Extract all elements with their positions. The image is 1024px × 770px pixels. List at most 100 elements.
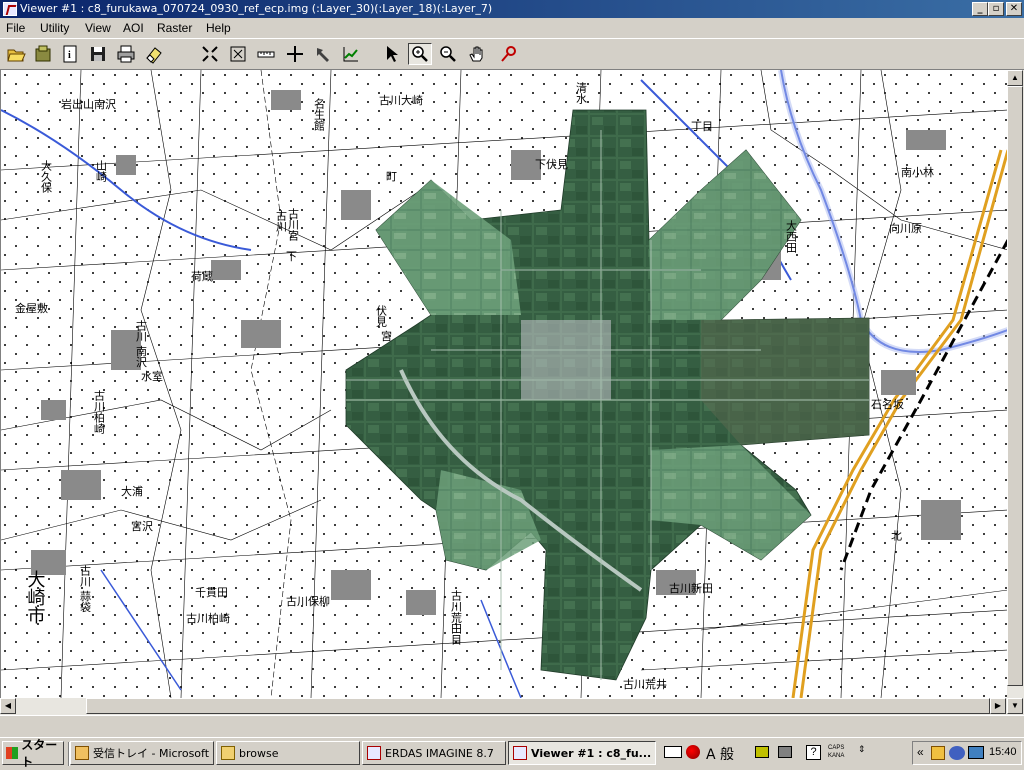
caps-kana-indicator: CAPS KANA [828,745,845,759]
erdas-icon [367,746,381,760]
task-browse[interactable]: browse [216,741,360,765]
map-label: 大久保 [40,159,53,194]
taskbar: スタート 受信トレイ - Microsoft ... browse ERDAS … [0,737,1024,769]
map-label: 宮沢 [131,519,153,533]
zoom-in-icon[interactable] [408,43,432,65]
select-arrow-icon[interactable] [380,43,404,65]
map-label: 大西田 [785,219,798,253]
minimize-button[interactable]: _ [972,2,988,16]
title-bar: Viewer #1 : c8_furukawa_070724_0930_ref_… [0,0,1024,18]
horizontal-scrollbar[interactable]: ◀ ▶ [0,698,1007,715]
system-tray: « 15:40 [912,741,1022,765]
map-label: 名生館 [313,97,326,132]
topographic-map: 岩出山南沢 名生館 古川大崎 清水 下伏見 丁目 大久保 山崎 古川 町 古川宮… [1,70,1007,698]
folder-icon [221,746,235,760]
map-label: 金屋敷 [15,301,48,315]
tray-app-icon[interactable] [931,746,945,760]
measure-icon[interactable] [254,43,278,65]
map-label: 宮 [381,329,392,343]
task-outlook[interactable]: 受信トレイ - Microsoft ... [70,741,214,765]
save-icon[interactable] [86,43,110,65]
horizontal-scroll-thumb[interactable] [86,698,990,714]
map-label: 古川柏崎 [186,611,230,625]
profile-icon[interactable] [339,43,363,65]
task-label: ERDAS IMAGINE 8.7 [385,746,494,760]
map-label: 町 [386,170,397,183]
vertical-scrollbar[interactable]: ▲ ▼ [1007,70,1024,715]
scroll-down-icon[interactable]: ▼ [1007,698,1023,714]
vertical-scroll-thumb[interactable] [1007,86,1023,686]
menu-file[interactable]: File [6,21,25,35]
map-label: 丁目 [691,120,713,133]
map-label: 古川荒井 [623,677,667,691]
menu-raster[interactable]: Raster [157,21,192,35]
clock[interactable]: 15:40 [989,746,1017,758]
task-label: 受信トレイ - Microsoft ... [93,747,214,760]
scroll-up-icon[interactable]: ▲ [1007,70,1023,86]
close-layer-icon[interactable] [31,43,55,65]
scroll-right-icon[interactable]: ▶ [990,698,1006,714]
app-icon [3,2,17,16]
task-erdas[interactable]: ERDAS IMAGINE 8.7 [362,741,506,765]
pan-hand-icon[interactable] [465,43,489,65]
toolbar: i [0,38,1024,70]
scroll-left-icon[interactable]: ◀ [0,698,16,714]
menu-bar: File Utility View AOI Raster Help [0,18,1024,38]
viewer-icon [513,746,527,760]
map-label: 古川新田 [669,581,713,595]
map-label: 大崎市 [25,570,46,624]
map-label: 古川荒田目 [450,590,463,645]
tray-expand-icon[interactable]: « [917,745,924,759]
map-viewport[interactable]: 岩出山南沢 名生館 古川大崎 清水 下伏見 丁目 大久保 山崎 古川 町 古川宮… [0,70,1007,698]
open-icon[interactable] [4,43,28,65]
task-viewer[interactable]: Viewer #1 : c8_fu... [508,741,656,765]
map-label: 荷蔵 [191,270,213,283]
map-label: 古川大崎 [379,93,423,107]
roam-icon[interactable] [497,43,521,65]
map-label: 古川柏崎 [93,390,106,434]
task-label: Viewer #1 : c8_fu... [531,746,652,760]
ime-menu-icon[interactable]: ⇕ [858,744,866,755]
start-button[interactable]: スタート [2,738,64,769]
map-label: 清水 [575,82,588,104]
maximize-button[interactable]: ▫ [988,2,1004,16]
outlook-icon [75,746,89,760]
map-label: 水室 [141,369,163,383]
window-title: Viewer #1 : c8_furukawa_070724_0930_ref_… [20,2,493,15]
close-button[interactable]: ✕ [1006,2,1022,16]
zoom-fit-icon[interactable] [198,43,222,65]
help-icon[interactable]: ? [806,745,821,760]
map-label: 大浦 [121,484,143,498]
map-label: 古川宮 [287,208,300,242]
print-icon[interactable] [114,43,138,65]
map-label: 岩出山南沢 [61,97,116,111]
menu-help[interactable]: Help [206,21,231,35]
map-label: 北 [890,530,903,541]
map-label: 下伏見 [535,157,568,171]
info-icon[interactable]: i [58,43,82,65]
ime-tool-icon[interactable] [755,746,769,758]
inquire-cursor-icon[interactable] [283,43,307,65]
zoom-out-icon[interactable] [436,43,460,65]
menu-view[interactable]: View [85,21,111,35]
map-label: 古川 蒜袋 [79,565,92,613]
task-label: browse [239,746,279,760]
menu-aoi[interactable]: AOI [123,21,144,35]
ime-mode[interactable]: A 般 [706,744,734,764]
map-label: 古川保柳 [286,594,330,608]
erase-icon[interactable] [142,43,166,65]
keyboard-icon[interactable] [664,746,682,758]
tray-network-icon[interactable] [949,746,965,760]
status-bar [0,715,1024,738]
fit-window-icon[interactable] [226,43,250,65]
ime-dict-icon[interactable] [778,746,792,758]
ime-palette-icon[interactable] [686,745,700,759]
tray-monitor-icon[interactable] [968,746,984,759]
hammer-icon[interactable] [311,43,335,65]
start-label: スタート [21,738,58,769]
menu-utility[interactable]: Utility [40,21,69,35]
map-label: 南小林 [901,165,934,179]
svg-text:i: i [68,50,71,61]
windows-logo-icon [6,747,19,759]
map-label: 山崎 [95,160,108,182]
